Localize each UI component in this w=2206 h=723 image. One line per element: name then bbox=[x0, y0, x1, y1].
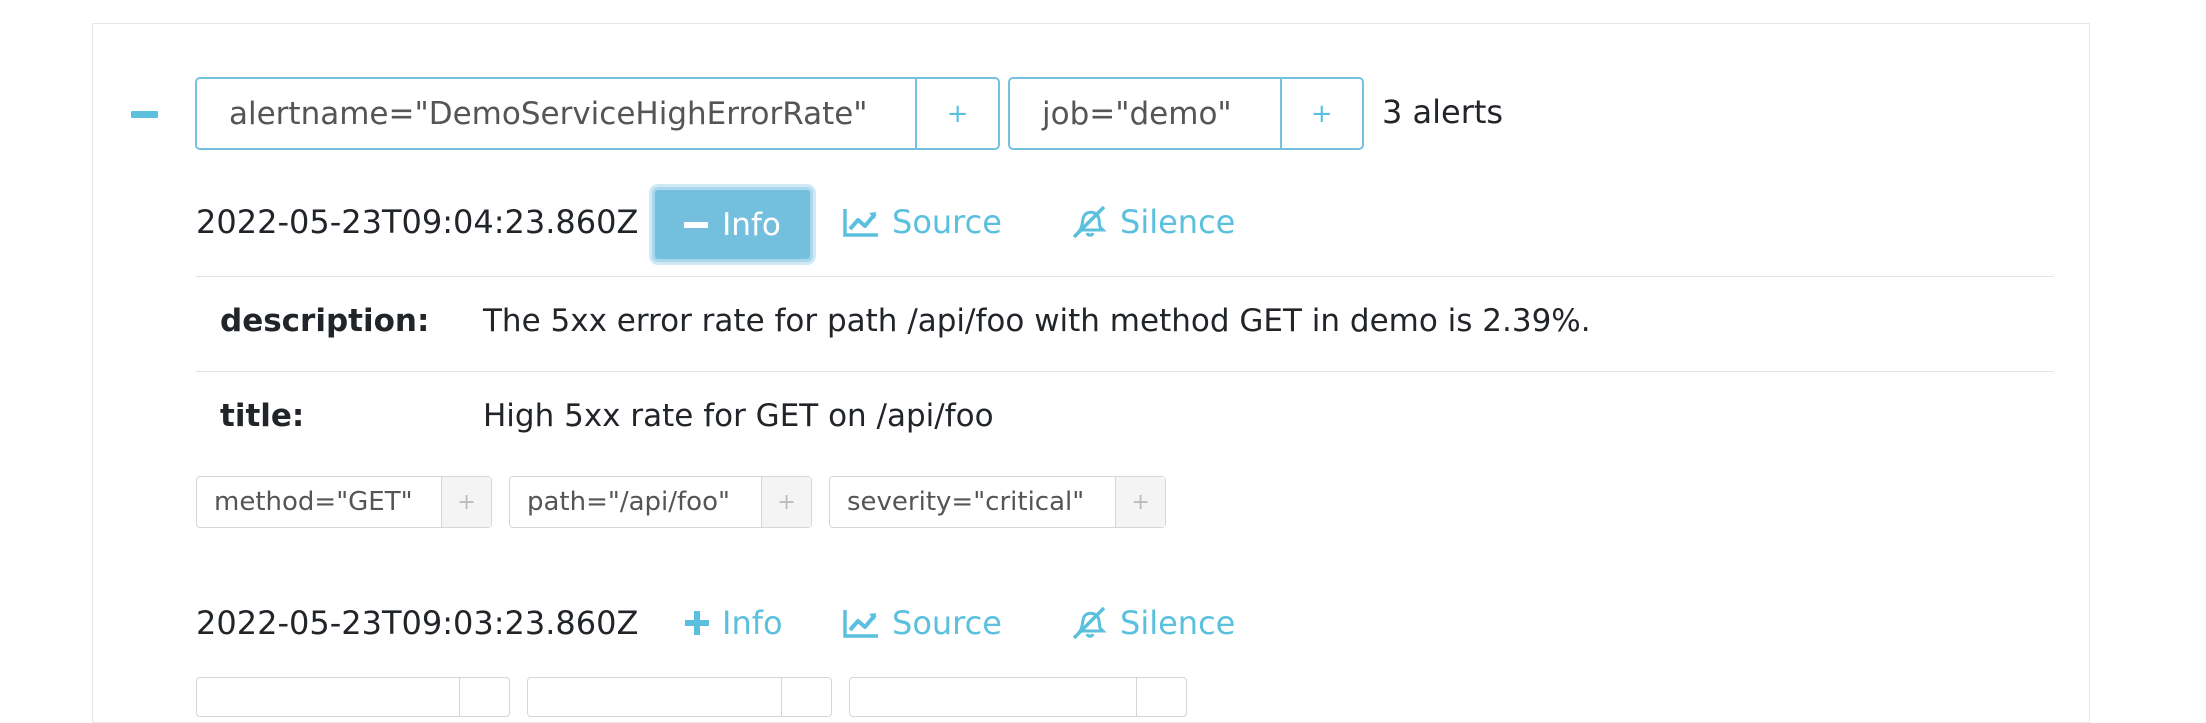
annotation-key: title: bbox=[220, 398, 305, 434]
bell-slash-icon bbox=[1070, 204, 1108, 240]
alert-label-text[interactable]: method="GET" bbox=[197, 477, 441, 527]
info-toggle-button[interactable]: Info bbox=[652, 187, 813, 262]
alert-label-partial[interactable] bbox=[527, 677, 832, 717]
bell-slash-icon bbox=[1070, 605, 1108, 641]
group-label-alertname[interactable]: alertname="DemoServiceHighErrorRate" + bbox=[195, 77, 1000, 150]
silence-link-label: Silence bbox=[1120, 203, 1236, 241]
source-link[interactable]: Source bbox=[842, 604, 1002, 642]
annotation-row-description: description: The 5xx error rate for path… bbox=[196, 276, 2054, 371]
silence-link-label: Silence bbox=[1120, 604, 1236, 642]
annotation-row-title: title: High 5xx rate for GET on /api/foo bbox=[196, 371, 2054, 466]
chip-divider bbox=[1136, 678, 1137, 716]
group-label-text[interactable]: job="demo" bbox=[1010, 79, 1280, 148]
silence-link[interactable]: Silence bbox=[1070, 604, 1235, 642]
add-filter-alertname-button[interactable]: + bbox=[915, 79, 998, 148]
alert-label-text[interactable]: severity="critical" bbox=[830, 477, 1115, 527]
chip-divider bbox=[459, 678, 460, 716]
group-label-job[interactable]: job="demo" + bbox=[1008, 77, 1364, 150]
annotation-value: High 5xx rate for GET on /api/foo bbox=[483, 398, 994, 434]
collapse-group-button[interactable] bbox=[131, 101, 159, 129]
minus-icon bbox=[131, 111, 158, 118]
alert-timestamp: 2022-05-23T09:04:23.860Z bbox=[196, 203, 639, 241]
alert-count: 3 alerts bbox=[1382, 93, 1504, 131]
line-chart-icon bbox=[842, 607, 880, 639]
chip-divider bbox=[781, 678, 782, 716]
info-button-label: Info bbox=[722, 206, 781, 243]
silence-link[interactable]: Silence bbox=[1070, 203, 1235, 241]
source-link[interactable]: Source bbox=[842, 203, 1002, 241]
alert-timestamp: 2022-05-23T09:03:23.860Z bbox=[196, 604, 639, 642]
info-toggle-button[interactable]: Info bbox=[684, 604, 783, 642]
source-link-label: Source bbox=[892, 604, 1002, 642]
line-chart-icon bbox=[842, 206, 880, 238]
source-link-label: Source bbox=[892, 203, 1002, 241]
alert-label-text[interactable]: path="/api/foo" bbox=[510, 477, 761, 527]
annotation-value: The 5xx error rate for path /api/foo wit… bbox=[483, 303, 1591, 339]
alert-label-severity[interactable]: severity="critical" + bbox=[829, 476, 1166, 528]
plus-icon bbox=[684, 610, 710, 636]
add-filter-method-button[interactable]: + bbox=[441, 477, 491, 527]
minus-icon bbox=[684, 221, 709, 228]
alert-label-partial[interactable] bbox=[849, 677, 1187, 717]
add-filter-job-button[interactable]: + bbox=[1279, 79, 1362, 148]
alert-label-path[interactable]: path="/api/foo" + bbox=[509, 476, 812, 528]
annotation-key: description: bbox=[220, 303, 430, 339]
info-button-label: Info bbox=[722, 604, 783, 642]
add-filter-severity-button[interactable]: + bbox=[1115, 477, 1165, 527]
alert-label-partial[interactable] bbox=[196, 677, 510, 717]
add-filter-path-button[interactable]: + bbox=[761, 477, 811, 527]
group-label-text[interactable]: alertname="DemoServiceHighErrorRate" bbox=[197, 79, 915, 148]
alert-label-method[interactable]: method="GET" + bbox=[196, 476, 492, 528]
